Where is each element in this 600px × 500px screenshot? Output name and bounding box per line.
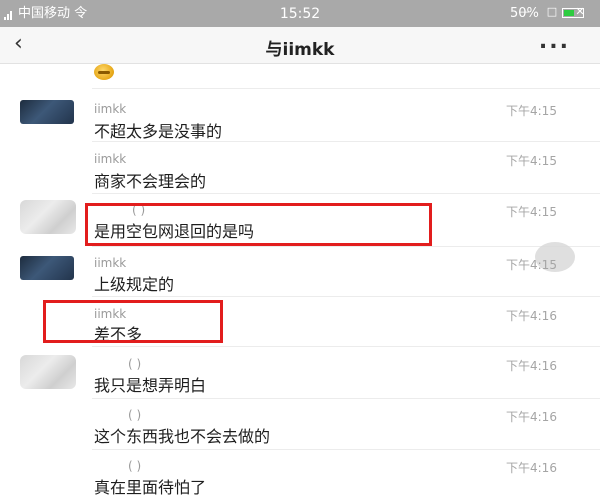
message-time: 下午4:15 [506,104,557,118]
sender-name: iimkk [94,256,127,270]
message-time: 下午4:15 [506,154,557,168]
divider [92,346,600,347]
divider [92,141,600,142]
divider [92,398,600,399]
sender-name: ( ) [128,408,142,422]
message-text: 商家不会理会的 [94,172,207,191]
close-button[interactable]: ✕ [566,6,594,17]
message-text: 真在里面待怕了 [94,478,207,497]
message-text: 这个东西我也不会去做的 [94,427,271,446]
message-time: 下午4:16 [506,461,557,475]
minimize-button[interactable]: — [510,6,538,17]
message-text: 上级规定的 [94,275,175,294]
message-time: 下午4:16 [506,410,557,424]
divider [92,246,600,247]
chat-header: ‹ 与iimkk ... [0,27,600,64]
highlight-box [85,203,432,246]
status-bar: 中国移动 令 15:52 50% — □ ✕ [0,0,600,27]
avatar[interactable] [20,355,76,389]
sender-name: ( ) [128,459,142,473]
sender-name: iimkk [94,152,127,166]
maximize-button[interactable]: □ [538,6,566,17]
divider [92,193,600,194]
sender-name: ( ) [128,357,142,371]
message-time: 下午4:16 [506,309,557,323]
avatar[interactable] [20,100,74,124]
divider [92,296,600,297]
window-controls: — □ ✕ [510,0,594,17]
avatar[interactable] [20,256,74,280]
highlight-box [43,300,223,343]
message-time: 下午4:16 [506,359,557,373]
sender-name: iimkk [94,102,127,116]
message-text: 我只是想弄明白 [94,376,207,395]
message-time: 下午4:15 [506,205,557,219]
emoji-message [94,64,114,80]
laughing-emoji-icon [94,64,114,80]
chat-title: 与iimkk [265,40,335,60]
message-text: 不超太多是没事的 [94,122,223,141]
more-options-icon[interactable]: ... [539,29,570,55]
message-time: 下午4:15 [506,258,557,272]
divider [92,449,600,450]
avatar[interactable] [20,200,76,234]
divider [92,88,600,89]
